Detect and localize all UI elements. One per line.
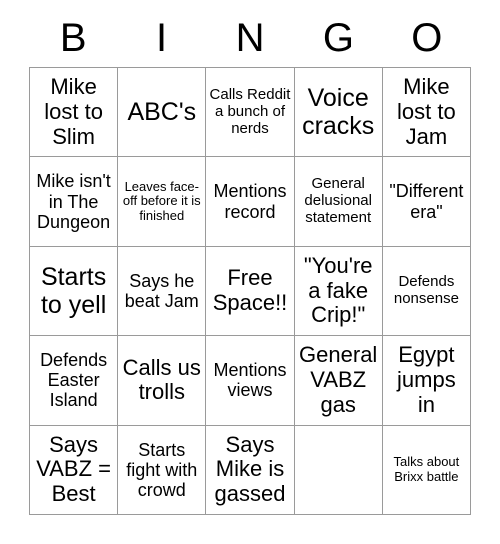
bingo-square[interactable]: ABC's <box>118 68 207 158</box>
bingo-square-label: General delusional statement <box>304 175 372 226</box>
bingo-grid: Mike lost to Slim ABC's Calls Reddit a b… <box>29 67 471 515</box>
bingo-square-label: Voice cracks <box>302 84 375 141</box>
bingo-square[interactable]: Starts to yell <box>30 246 119 337</box>
bingo-square[interactable]: Leaves face-off before it is finished <box>118 157 207 247</box>
bingo-square-label: Talks about Brixx battle <box>393 454 460 484</box>
bingo-square[interactable]: Mike isn't in The Dungeon <box>30 157 119 247</box>
bingo-square[interactable]: Voice cracks <box>294 68 383 158</box>
bingo-square-label: General VABZ gas <box>299 342 378 417</box>
bingo-square[interactable]: Defends nonsense <box>382 246 471 337</box>
bingo-square[interactable]: Mentions views <box>206 336 295 426</box>
bingo-square[interactable]: Egypt jumps in <box>382 336 471 426</box>
bingo-square-label: Defends nonsense <box>393 273 459 307</box>
bingo-square[interactable]: General VABZ gas <box>294 336 383 426</box>
bingo-square-label: Leaves face-off before it is finished <box>122 178 201 223</box>
bingo-square[interactable]: "Different era" <box>382 157 471 247</box>
bingo-square-label: Mike lost to Jam <box>397 74 456 149</box>
bingo-square-label: Calls us trolls <box>122 354 201 405</box>
bingo-square[interactable]: Mentions record <box>206 157 295 247</box>
bingo-square-label: Starts fight with crowd <box>126 439 198 500</box>
bingo-header-row: B I N G O <box>29 10 471 66</box>
bingo-card: B I N G O Mike lost to Slim ABC's Calls … <box>0 0 500 544</box>
header-letter-g: G <box>322 16 354 60</box>
bingo-square-label: Free Space!! <box>212 265 288 315</box>
bingo-square[interactable]: "You're a fake Crip!" <box>294 246 383 337</box>
bingo-square-label: Egypt jumps in <box>397 342 456 417</box>
bingo-square[interactable]: Starts fight with crowd <box>118 425 207 515</box>
bingo-square[interactable]: Says Mike is gassed <box>206 425 295 515</box>
header-letter-i: I <box>156 16 168 60</box>
bingo-square-free[interactable]: Free Space!! <box>206 246 295 337</box>
bingo-square-label: Mentions views <box>213 360 287 401</box>
header-letter-n: N <box>235 16 265 60</box>
bingo-square-empty[interactable] <box>294 425 383 515</box>
bingo-square[interactable]: Talks about Brixx battle <box>382 425 471 515</box>
bingo-square-label: "You're a fake Crip!" <box>303 253 373 328</box>
bingo-square-label: Starts to yell <box>40 262 107 319</box>
bingo-square[interactable]: Calls us trolls <box>118 336 207 426</box>
bingo-square-label: ABC's <box>127 98 197 127</box>
bingo-square[interactable]: Says he beat Jam <box>118 246 207 337</box>
bingo-square[interactable]: Says VABZ = Best <box>30 425 119 515</box>
header-letter-b: B <box>59 16 87 60</box>
bingo-square[interactable]: Defends Easter Island <box>30 336 119 426</box>
bingo-square[interactable]: Calls Reddit a bunch of nerds <box>206 68 295 158</box>
bingo-square-label: Mentions record <box>213 181 287 222</box>
bingo-square-label: Calls Reddit a bunch of nerds <box>209 86 291 137</box>
bingo-square-label: Defends Easter Island <box>40 350 108 411</box>
bingo-square[interactable]: General delusional statement <box>294 157 383 247</box>
bingo-square-label: "Different era" <box>389 181 464 222</box>
bingo-square[interactable]: Mike lost to Slim <box>30 68 119 158</box>
bingo-square-label: Says he beat Jam <box>124 270 199 311</box>
bingo-square-label: Says Mike is gassed <box>214 431 286 507</box>
header-letter-o: O <box>411 16 443 60</box>
bingo-square-label: Mike isn't in The Dungeon <box>36 171 111 232</box>
bingo-square[interactable]: Mike lost to Jam <box>382 68 471 158</box>
bingo-square-label: Says VABZ = Best <box>36 431 111 507</box>
bingo-square-label: Mike lost to Slim <box>44 74 103 149</box>
